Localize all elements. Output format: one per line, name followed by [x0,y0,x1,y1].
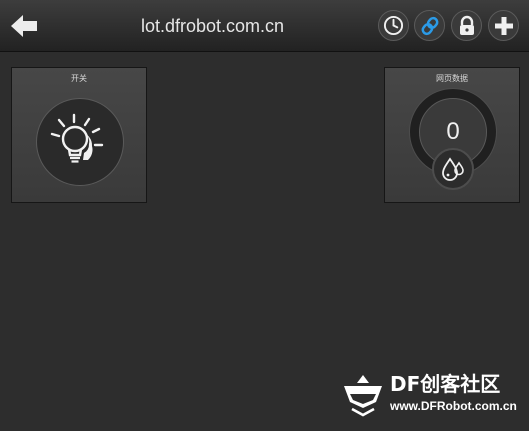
switch-widget-label: 开关 [71,74,87,83]
data-source-button[interactable] [432,148,474,190]
link-icon [421,16,438,35]
dfrobot-logo-icon [344,375,382,417]
connect-button[interactable] [414,10,445,41]
dfrobot-watermark: DF创客社区 www.DFRobot.com.cn [340,368,529,420]
lock-button[interactable] [451,10,482,41]
watermark-title: DF创客社区 [390,372,501,396]
add-button[interactable] [488,10,519,41]
watermark-url: www.DFRobot.com.cn [390,399,517,413]
top-bar: lot.dfrobot.com.cn [0,0,529,52]
back-button[interactable] [6,10,42,42]
water-drops-icon [442,157,464,181]
light-bulb-icon [50,113,104,163]
plus-icon [494,16,513,35]
switch-widget: 开关 [11,67,147,203]
arrow-left-icon [11,15,37,37]
clock-icon [383,15,404,36]
web-data-widget-label: 网页数据 [436,74,468,83]
web-data-widget: 网页数据 0 [384,67,520,203]
switch-toggle-button[interactable] [36,98,124,186]
page-title: lot.dfrobot.com.cn [140,16,285,36]
lock-icon [459,15,474,35]
timer-button[interactable] [378,10,409,41]
